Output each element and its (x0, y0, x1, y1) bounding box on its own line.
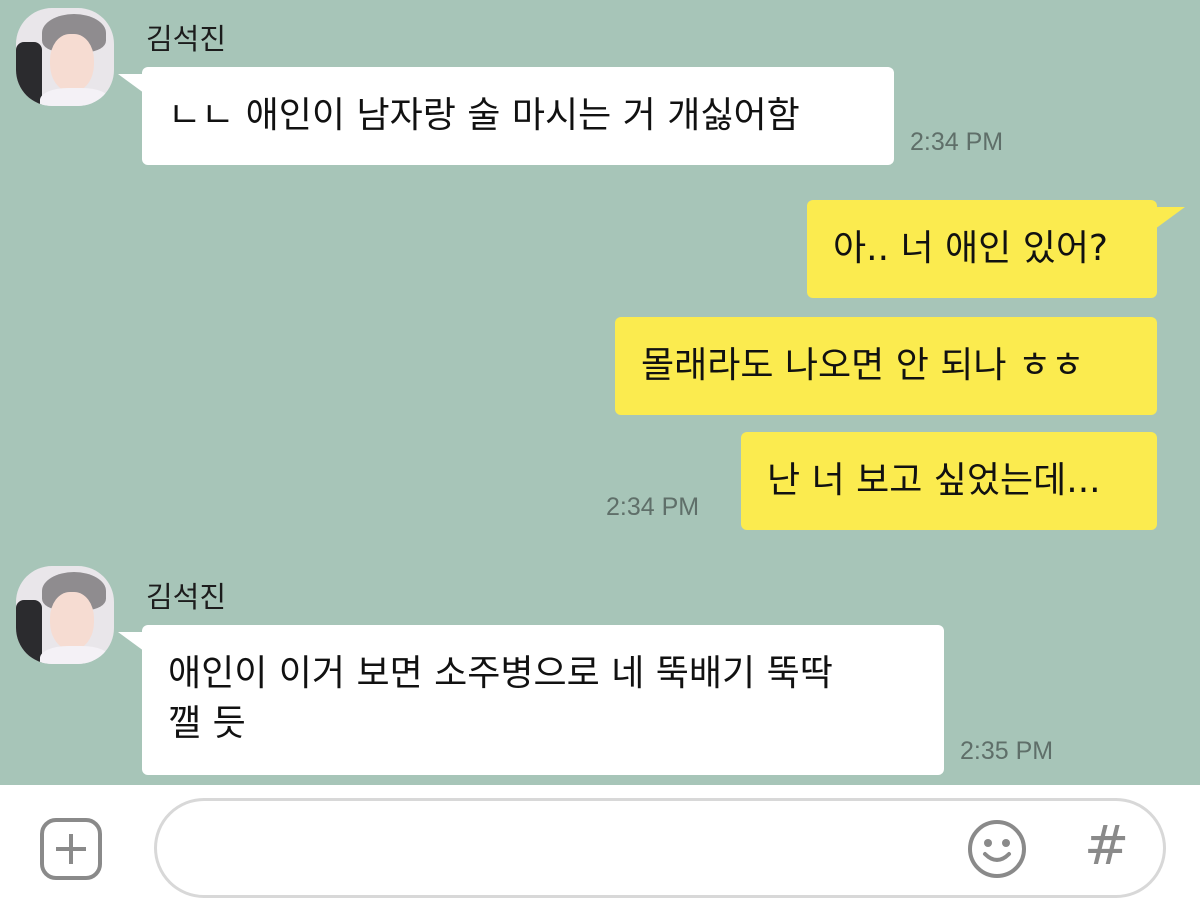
message-text: 난 너 보고 싶었는데... (767, 460, 1101, 501)
sender-name: 김석진 (146, 22, 227, 56)
message-time: 2:34 PM (606, 493, 700, 521)
input-bar: # (0, 785, 1200, 911)
avatar[interactable] (16, 566, 114, 664)
chat-area[interactable]: 김석진 ㄴㄴ 애인이 남자랑 술 마시는 거 개싫어함 2:34 PM 아.. … (0, 0, 1200, 785)
message-text-line: 깰 듯 (168, 703, 246, 744)
plus-icon[interactable] (40, 818, 102, 880)
smiley-icon[interactable] (966, 818, 1028, 880)
message-time: 2:34 PM (910, 128, 1004, 156)
bubble-tail (1155, 207, 1185, 229)
outgoing-message[interactable]: 아.. 너 애인 있어? (807, 200, 1157, 298)
incoming-message[interactable]: 애인이 이거 보면 소주병으로 네 뚝배기 뚝딱 깰 듯 (142, 625, 944, 775)
avatar[interactable] (16, 8, 114, 106)
message-time: 2:35 PM (960, 737, 1054, 765)
sender-name: 김석진 (146, 580, 227, 614)
message-text: 몰래라도 나오면 안 되나 ㅎㅎ (641, 345, 1085, 386)
outgoing-message[interactable]: 난 너 보고 싶었는데... (741, 432, 1157, 530)
incoming-message[interactable]: ㄴㄴ 애인이 남자랑 술 마시는 거 개싫어함 (142, 67, 894, 165)
message-text-line: 애인이 이거 보면 소주병으로 네 뚝배기 뚝딱 (168, 653, 833, 694)
hash-icon[interactable]: # (1084, 813, 1129, 879)
outgoing-message[interactable]: 몰래라도 나오면 안 되나 ㅎㅎ (615, 317, 1157, 415)
message-text: ㄴㄴ 애인이 남자랑 술 마시는 거 개싫어함 (168, 95, 800, 136)
message-text: 아.. 너 애인 있어? (833, 228, 1109, 269)
